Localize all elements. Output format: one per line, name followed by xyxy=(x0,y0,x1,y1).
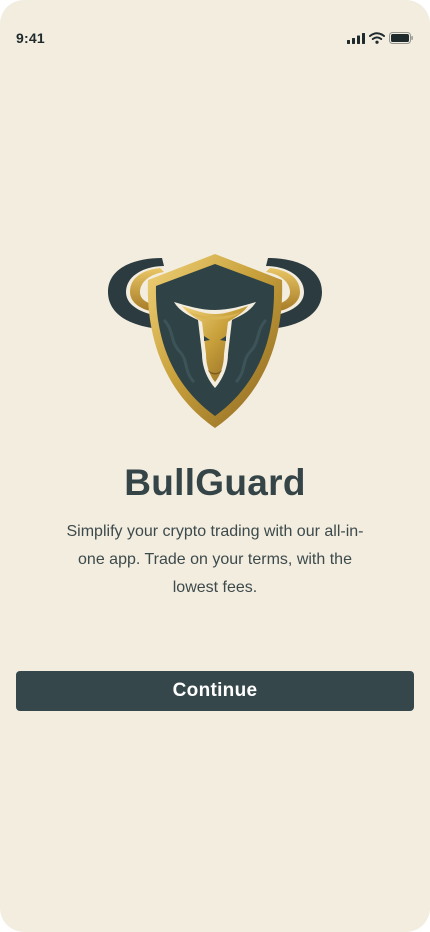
battery-icon xyxy=(389,32,413,44)
continue-button[interactable]: Continue xyxy=(16,671,414,711)
bull-shield-logo xyxy=(108,254,322,428)
onboarding-screen: 9:41 BullGuard Simplify your crypto trad… xyxy=(0,0,430,932)
cellular-signal-icon xyxy=(347,32,365,44)
status-time: 9:41 xyxy=(16,30,45,46)
status-bar: 9:41 xyxy=(0,0,430,60)
app-title: BullGuard xyxy=(124,462,306,503)
wifi-icon xyxy=(369,32,385,44)
status-icons xyxy=(347,32,413,44)
app-tagline: Simplify your crypto trading with our al… xyxy=(66,523,364,596)
